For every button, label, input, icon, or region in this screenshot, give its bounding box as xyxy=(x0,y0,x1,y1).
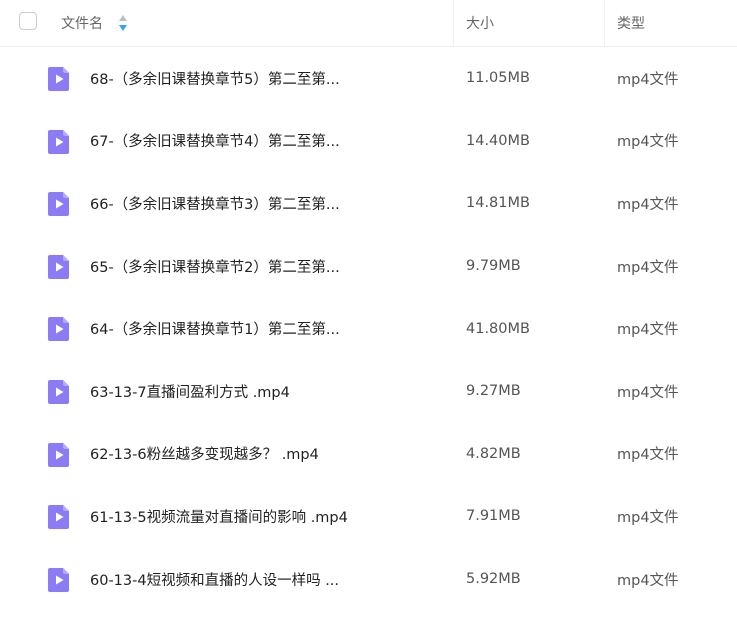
video-file-icon xyxy=(48,379,69,404)
file-size: 14.40MB xyxy=(466,132,530,149)
video-file-icon xyxy=(48,254,69,279)
file-row[interactable]: 62-13-6粉丝越多变现越多？ .mp4 4.82MB mp4文件 xyxy=(0,423,737,486)
file-row[interactable]: 64-（多余旧课替换章节1）第二至第... 41.80MB mp4文件 xyxy=(0,297,737,360)
video-file-icon xyxy=(48,505,69,530)
file-type: mp4文件 xyxy=(617,134,679,151)
file-type: mp4文件 xyxy=(617,196,679,213)
file-type: mp4文件 xyxy=(617,71,679,88)
video-file-icon xyxy=(48,67,69,91)
file-type: mp4文件 xyxy=(617,509,679,526)
file-size: 9.79MB xyxy=(466,258,521,275)
file-type: mp4文件 xyxy=(617,572,679,589)
file-name[interactable]: 62-13-6粉丝越多变现越多？ .mp4 xyxy=(90,423,319,486)
column-header-size[interactable]: 大小 xyxy=(466,0,494,46)
file-name[interactable]: 61-13-5视频流量对直播间的影响 .mp4 xyxy=(90,485,348,548)
file-name[interactable]: 66-（多余旧课替换章节3）第二至第... xyxy=(90,172,340,235)
file-size: 14.81MB xyxy=(466,195,530,212)
select-all-checkbox[interactable] xyxy=(19,12,37,30)
file-size: 9.27MB xyxy=(466,383,521,400)
file-size: 5.92MB xyxy=(466,571,521,588)
file-name[interactable]: 67-（多余旧课替换章节4）第二至第... xyxy=(90,110,340,173)
file-list: 68-（多余旧课替换章节5）第二至第... 11.05MB mp4文件 67-（… xyxy=(0,47,737,610)
file-row[interactable]: 68-（多余旧课替换章节5）第二至第... 11.05MB mp4文件 xyxy=(0,47,737,110)
file-type: mp4文件 xyxy=(617,447,679,464)
file-type: mp4文件 xyxy=(617,322,679,339)
video-file-icon xyxy=(48,442,69,467)
file-name[interactable]: 60-13-4短视频和直播的人设一样吗 ... xyxy=(90,548,339,611)
file-type: mp4文件 xyxy=(617,259,679,276)
video-file-icon xyxy=(48,567,69,592)
file-size: 4.82MB xyxy=(466,445,521,462)
column-header-type[interactable]: 类型 xyxy=(617,0,645,46)
file-list-header: 文件名 大小 类型 xyxy=(0,0,737,47)
file-row[interactable]: 65-（多余旧课替换章节2）第二至第... 9.79MB mp4文件 xyxy=(0,235,737,298)
column-header-name[interactable]: 文件名 xyxy=(61,0,103,46)
file-name[interactable]: 63-13-7直播间盈利方式 .mp4 xyxy=(90,360,290,423)
file-name[interactable]: 68-（多余旧课替换章节5）第二至第... xyxy=(90,47,340,110)
file-row[interactable]: 61-13-5视频流量对直播间的影响 .mp4 7.91MB mp4文件 xyxy=(0,485,737,548)
file-size: 41.80MB xyxy=(466,320,530,337)
file-size: 7.91MB xyxy=(466,508,521,525)
file-row[interactable]: 67-（多余旧课替换章节4）第二至第... 14.40MB mp4文件 xyxy=(0,110,737,173)
sort-icon[interactable] xyxy=(118,14,128,32)
file-name[interactable]: 64-（多余旧课替换章节1）第二至第... xyxy=(90,297,340,360)
column-divider[interactable] xyxy=(453,0,454,47)
file-row[interactable]: 66-（多余旧课替换章节3）第二至第... 14.81MB mp4文件 xyxy=(0,172,737,235)
video-file-icon xyxy=(48,192,69,217)
column-divider[interactable] xyxy=(604,0,605,47)
video-file-icon xyxy=(48,317,69,342)
file-row[interactable]: 63-13-7直播间盈利方式 .mp4 9.27MB mp4文件 xyxy=(0,360,737,423)
file-size: 11.05MB xyxy=(466,70,530,87)
file-type: mp4文件 xyxy=(617,384,679,401)
video-file-icon xyxy=(48,129,69,154)
file-row[interactable]: 60-13-4短视频和直播的人设一样吗 ... 5.92MB mp4文件 xyxy=(0,548,737,611)
file-name[interactable]: 65-（多余旧课替换章节2）第二至第... xyxy=(90,235,340,298)
